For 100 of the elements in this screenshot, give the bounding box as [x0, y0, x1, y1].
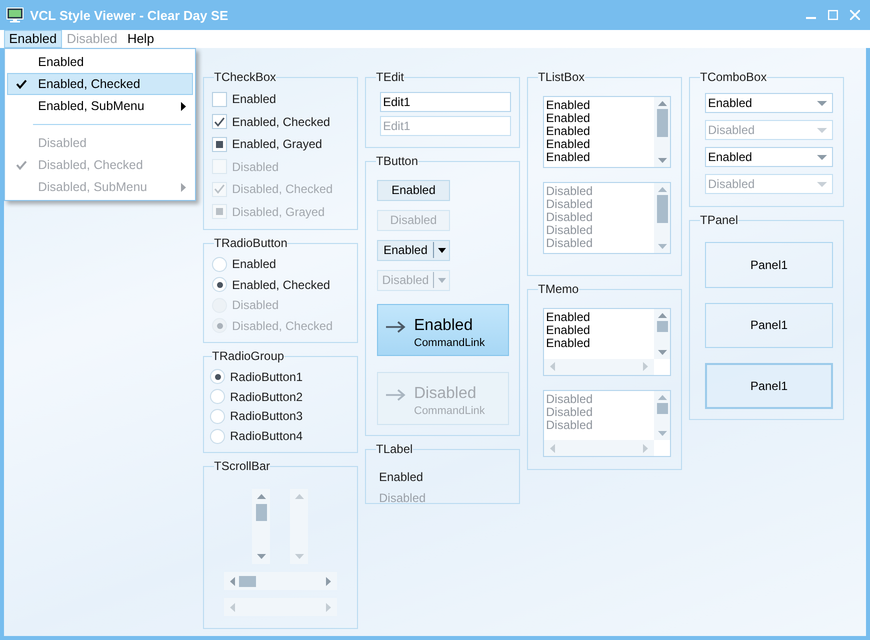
- scroll-right-icon: [643, 362, 648, 371]
- radio-label: Disabled, Checked: [232, 318, 333, 333]
- scroll-up-icon[interactable]: [658, 101, 666, 106]
- text-field: Edit1: [380, 116, 511, 136]
- list-item: Disabled: [546, 185, 594, 198]
- split-button: Disabled: [377, 270, 450, 291]
- menu-item[interactable]: Enabled: [7, 51, 193, 73]
- text-field[interactable]: Edit1: [380, 92, 511, 112]
- memo-field[interactable]: Enabled Enabled Enabled: [543, 308, 671, 376]
- radio-label: Disabled: [232, 298, 279, 312]
- radio-label: RadioButton1: [230, 370, 303, 384]
- label-text: Disabled: [379, 490, 427, 506]
- vertical-scrollbar[interactable]: [252, 489, 270, 564]
- caret-icon: [438, 248, 446, 253]
- window-title: VCL Style Viewer - Clear Day SE: [30, 8, 230, 22]
- vertical-scrollbar[interactable]: [654, 309, 670, 358]
- scroll-thumb[interactable]: [656, 321, 668, 332]
- group-title: TScrollBar: [214, 459, 270, 473]
- group-title: TLabel: [376, 442, 413, 456]
- radio-label: Enabled: [232, 257, 276, 272]
- memo-line: Enabled: [546, 337, 592, 350]
- radio-button[interactable]: [212, 256, 227, 272]
- radio-button[interactable]: [210, 408, 225, 424]
- arrow-icon: [386, 389, 406, 402]
- checkbox[interactable]: [212, 92, 227, 107]
- scroll-thumb[interactable]: [239, 576, 256, 586]
- list-item: Disabled: [546, 224, 594, 237]
- list-item[interactable]: Enabled: [546, 112, 654, 125]
- list-item[interactable]: Enabled: [546, 151, 654, 164]
- scroll-right-icon[interactable]: [326, 576, 331, 586]
- scroll-down-icon: [658, 431, 666, 436]
- group-title: TListBox: [538, 70, 585, 84]
- scroll-right-icon: [643, 444, 648, 452]
- menu-item[interactable]: Enabled, SubMenu: [7, 95, 193, 117]
- dropdown-arrow-icon[interactable]: [817, 154, 827, 160]
- command-link[interactable]: Enabled CommandLink: [377, 304, 509, 356]
- list-item[interactable]: Enabled: [546, 138, 654, 151]
- scroll-down-icon: [294, 554, 304, 559]
- menu-item[interactable]: Enabled, Checked: [7, 73, 193, 95]
- group-title: TMemo: [538, 282, 579, 296]
- scroll-thumb[interactable]: [656, 109, 668, 137]
- scroll-down-icon[interactable]: [658, 158, 666, 163]
- push-button: Disabled: [377, 210, 450, 231]
- combo-box[interactable]: Enabled: [705, 93, 833, 113]
- horizontal-scrollbar[interactable]: [224, 572, 337, 590]
- caret-icon: [438, 278, 446, 283]
- split-button[interactable]: Enabled: [377, 240, 450, 261]
- radio-label: RadioButton4: [230, 429, 303, 444]
- memo-line: Enabled: [546, 324, 592, 337]
- list-box[interactable]: Enabled Enabled Enabled Enabled Enabled: [543, 96, 671, 168]
- radio-button[interactable]: [210, 428, 225, 444]
- menu-item[interactable]: Enabled: [4, 30, 62, 48]
- horizontal-scrollbar[interactable]: [544, 358, 654, 374]
- scroll-left-icon: [550, 362, 555, 371]
- radio-label: RadioButton2: [230, 390, 303, 404]
- dropdown-arrow-icon: [817, 128, 827, 132]
- scroll-left-icon: [230, 602, 235, 612]
- close-icon[interactable]: [850, 10, 860, 20]
- radio-label: RadioButton3: [230, 409, 303, 424]
- arrow-icon: [386, 320, 406, 333]
- checkbox-label: Disabled: [232, 160, 279, 174]
- scroll-up-icon: [658, 187, 666, 192]
- panel: Panel1: [705, 363, 833, 409]
- list-item[interactable]: Enabled: [546, 125, 654, 138]
- maximize-icon[interactable]: [828, 10, 838, 20]
- scroll-thumb[interactable]: [256, 504, 266, 521]
- scroll-up-icon[interactable]: [658, 313, 666, 318]
- radio-button[interactable]: [210, 389, 225, 404]
- memo-line: Disabled: [546, 406, 594, 418]
- list-item: Disabled: [546, 198, 594, 211]
- checkbox-label: Disabled, Checked: [232, 182, 333, 196]
- checkbox[interactable]: [212, 136, 227, 152]
- group-title: TEdit: [376, 70, 404, 84]
- radio-button[interactable]: [212, 277, 227, 292]
- scroll-thumb: [656, 195, 668, 223]
- menu-item[interactable]: Help: [122, 30, 160, 48]
- panel: Panel1: [705, 242, 833, 288]
- scroll-down-icon: [658, 244, 666, 249]
- group-title: TCheckBox: [214, 70, 276, 84]
- list-item[interactable]: Enabled: [546, 99, 654, 112]
- command-link: Disabled CommandLink: [377, 372, 509, 425]
- scrollbar[interactable]: [654, 97, 670, 167]
- radio-button[interactable]: [210, 369, 225, 384]
- checkbox-label: Enabled, Grayed: [232, 137, 322, 152]
- push-button[interactable]: Enabled: [377, 180, 450, 201]
- checkbox[interactable]: [212, 114, 227, 130]
- memo-line: Enabled: [546, 311, 592, 324]
- combo-box[interactable]: Enabled: [705, 147, 833, 167]
- scroll-left-icon[interactable]: [230, 576, 235, 586]
- scroll-down-icon[interactable]: [256, 554, 266, 559]
- scroll-up-icon[interactable]: [256, 494, 266, 499]
- combo-box: Disabled: [705, 120, 833, 140]
- dropdown-arrow-icon: [817, 182, 827, 186]
- combo-box: Disabled: [705, 174, 833, 194]
- scroll-right-icon: [326, 602, 331, 612]
- checkbox-label: Enabled, Checked: [232, 114, 330, 129]
- scroll-down-icon[interactable]: [658, 350, 666, 354]
- dropdown-arrow-icon[interactable]: [817, 100, 827, 106]
- scroll-thumb: [656, 402, 668, 414]
- group-title: TButton: [376, 154, 418, 168]
